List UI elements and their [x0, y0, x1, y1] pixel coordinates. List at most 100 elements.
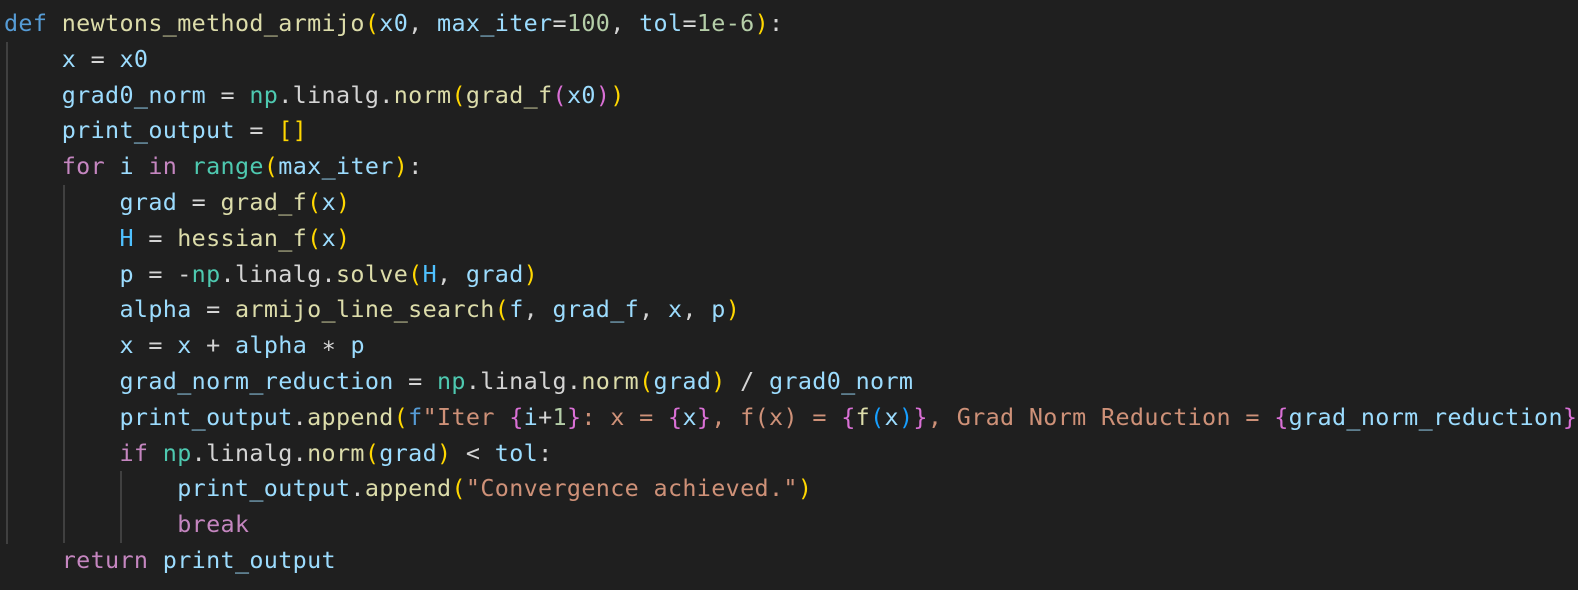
code-token: x — [321, 187, 336, 216]
code-token: x — [177, 331, 192, 360]
code-token: ) — [898, 402, 914, 431]
code-token: = — [133, 331, 178, 360]
code-token: x0 — [119, 44, 149, 73]
code-token: ) — [725, 295, 741, 324]
code-line[interactable]: p = -np.linalg.solve(H, grad) — [4, 257, 1577, 293]
code-line[interactable]: for i in range(max_iter): — [4, 149, 1577, 185]
code-line[interactable]: grad0_norm = np.linalg.norm(grad_f(x0)) — [4, 78, 1577, 114]
code-token: ) — [610, 80, 625, 109]
code-token: .linalg. — [220, 259, 336, 288]
code-token: newtons_method_armijo — [61, 9, 365, 37]
code-token: = — [177, 187, 221, 216]
code-token: ) — [595, 80, 611, 109]
code-token: in — [148, 152, 178, 181]
code-line[interactable]: return print_output — [4, 543, 1577, 579]
code-token: , — [639, 295, 668, 324]
code-token: } — [566, 402, 582, 431]
code-token: = — [552, 9, 567, 37]
code-line[interactable]: break — [4, 507, 1577, 543]
code-token: 100 — [566, 9, 611, 37]
code-token: "Iter — [422, 402, 510, 431]
code-token: grad — [379, 438, 438, 467]
code-token: solve — [335, 259, 409, 288]
code-token: ) — [523, 259, 539, 288]
code-token: = — [76, 44, 120, 73]
code-token: alpha — [234, 331, 308, 360]
code-editor[interactable]: def newtons_method_armijo(x0, max_iter=1… — [0, 0, 1578, 590]
code-token: grad — [119, 187, 178, 216]
code-token: , — [610, 9, 640, 37]
code-line[interactable]: print_output = [] — [4, 113, 1577, 149]
code-line[interactable]: if np.linalg.norm(grad) < tol: — [4, 436, 1577, 472]
code-token: ) — [437, 438, 452, 467]
code-line[interactable]: print_output.append("Convergence achieve… — [4, 471, 1577, 507]
code-token: f — [408, 402, 423, 431]
code-token: .linalg. — [465, 366, 582, 395]
code-token: : — [538, 438, 553, 467]
code-token: . — [350, 474, 365, 503]
code-line[interactable]: x = x0 — [4, 42, 1577, 78]
code-token: print_output — [162, 545, 336, 574]
code-token: = - — [133, 259, 192, 288]
code-token: max_iter — [278, 152, 394, 181]
code-token: tol — [639, 9, 683, 37]
code-line[interactable]: H = hessian_f(x) — [4, 221, 1577, 257]
code-token: ) — [797, 474, 813, 503]
code-token: if — [119, 438, 149, 467]
code-token: ( — [552, 80, 567, 109]
code-token: } — [696, 402, 712, 431]
code-line[interactable]: def newtons_method_armijo(x0, max_iter=1… — [4, 6, 1577, 42]
code-token: append — [307, 402, 394, 431]
code-token: alpha — [119, 295, 192, 324]
code-token: ) — [754, 9, 770, 37]
code-token: , Grad Norm Reduction = — [927, 402, 1275, 431]
code-token: def — [4, 9, 48, 37]
code-token: ( — [364, 438, 380, 467]
code-line[interactable]: print_output.append(f"Iter {i+1}: x = {x… — [4, 400, 1577, 436]
code-token: [] — [278, 116, 308, 145]
code-token: return — [61, 545, 149, 574]
code-token: x — [667, 295, 683, 324]
code-token: np — [191, 259, 221, 288]
code-token: 1e-6 — [696, 9, 755, 37]
code-token: p — [350, 331, 365, 360]
code-token: , — [437, 259, 466, 288]
code-token: grad — [653, 366, 712, 395]
code-token: print_output — [177, 474, 351, 503]
code-token: ( — [408, 259, 423, 288]
code-line[interactable]: alpha = armijo_line_search(f, grad_f, x,… — [4, 292, 1577, 328]
code-token: { — [1274, 402, 1289, 431]
code-token: i — [119, 152, 134, 181]
code-line[interactable]: grad_norm_reduction = np.linalg.norm(gra… — [4, 364, 1577, 400]
code-token: x0 — [379, 9, 409, 37]
code-token: break — [177, 510, 250, 539]
code-token: ( — [494, 295, 510, 324]
code-token: ( — [870, 402, 885, 431]
code-token: { — [668, 402, 683, 431]
code-token: ) — [711, 366, 726, 395]
code-token: { — [841, 402, 856, 431]
code-line[interactable]: grad = grad_f(x) — [4, 185, 1577, 221]
code-token: , — [523, 295, 553, 324]
code-token: grad_f — [552, 295, 640, 324]
code-content[interactable]: def newtons_method_armijo(x0, max_iter=1… — [4, 6, 1577, 579]
code-token: x — [884, 402, 899, 431]
code-token: grad_f — [220, 187, 308, 216]
code-token: range — [191, 152, 264, 181]
code-line[interactable]: x = x + alpha ∗ p — [4, 328, 1577, 364]
code-token: x — [61, 44, 77, 73]
